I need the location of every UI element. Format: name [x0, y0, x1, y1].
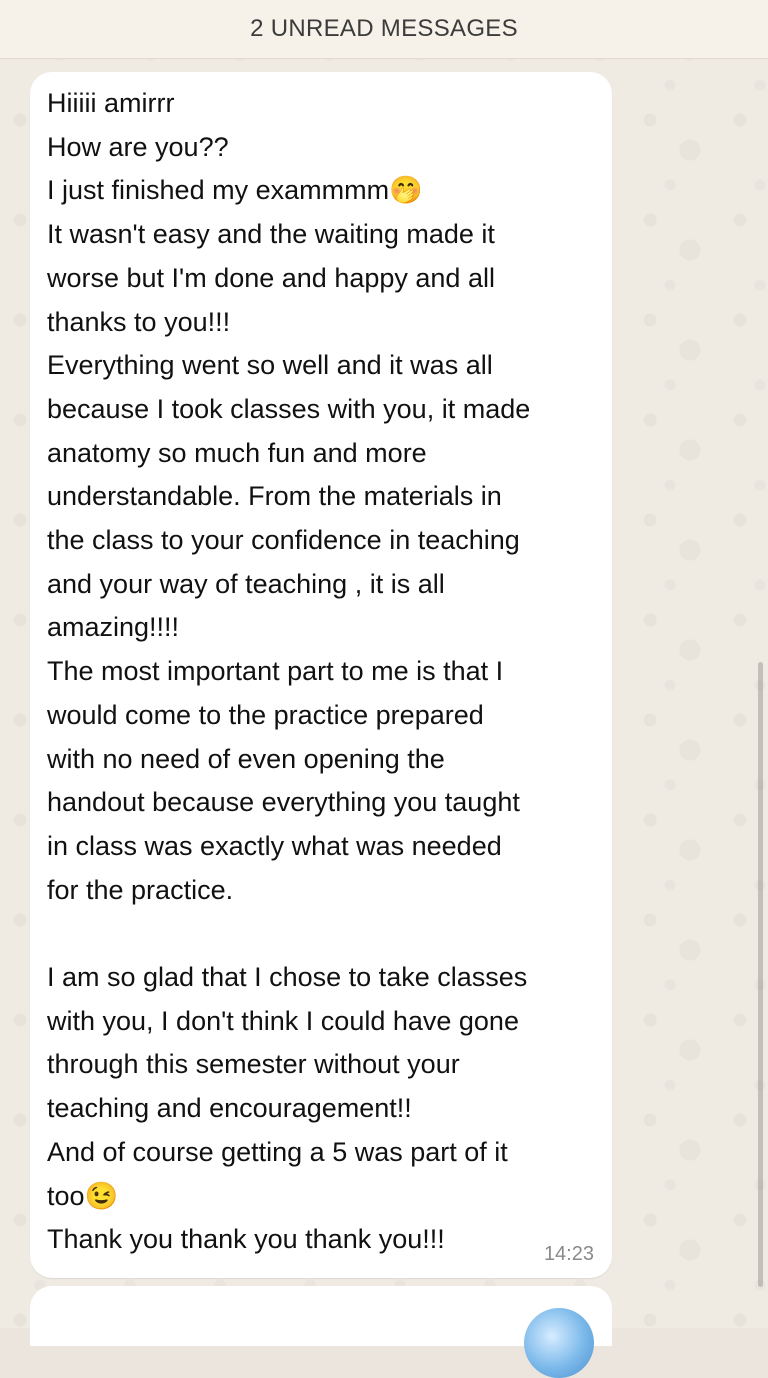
unread-messages-banner: 2 UNREAD MESSAGES — [0, 0, 768, 59]
next-message-bubble[interactable] — [30, 1286, 612, 1378]
message-text: Hiiiii amirrr How are you?? I just finis… — [47, 88, 531, 1255]
unread-messages-label: 2 UNREAD MESSAGES — [250, 15, 518, 42]
media-thumbnail[interactable] — [524, 1308, 594, 1378]
scrollbar[interactable] — [758, 662, 763, 1287]
message-timestamp: 14:23 — [543, 1243, 594, 1265]
message-bubble[interactable]: Hiiiii amirrr How are you?? I just finis… — [30, 72, 612, 1278]
